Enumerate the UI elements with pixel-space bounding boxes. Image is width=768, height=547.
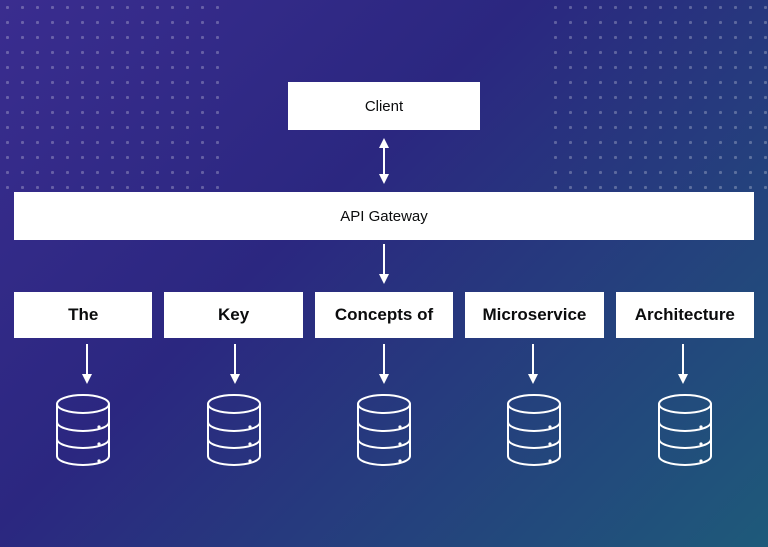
arrow-down-icon: [80, 344, 94, 384]
database-slot: [616, 394, 754, 466]
service-box-2: Key: [164, 292, 302, 338]
service-box-1: The: [14, 292, 152, 338]
service-label: Concepts of: [335, 305, 433, 325]
database-slot: [465, 394, 603, 466]
client-label: Client: [365, 98, 403, 115]
database-slot: [315, 394, 453, 466]
database-icon: [655, 394, 715, 466]
service-box-4: Microservice: [465, 292, 603, 338]
arrow-down-icon: [377, 344, 391, 384]
database-row: [14, 394, 754, 466]
database-slot: [14, 394, 152, 466]
decorative-dots-right: [548, 0, 768, 200]
service-label: Microservice: [482, 305, 586, 325]
database-icon: [354, 394, 414, 466]
database-icon: [53, 394, 113, 466]
service-row: The Key Concepts of Microservice Archite…: [14, 292, 754, 338]
decorative-dots-left: [0, 0, 220, 200]
api-gateway-label: API Gateway: [340, 208, 428, 225]
database-icon: [504, 394, 564, 466]
database-slot: [164, 394, 302, 466]
api-gateway-box: API Gateway: [14, 192, 754, 240]
double-arrow-icon: [377, 138, 391, 184]
service-label: Architecture: [635, 305, 735, 325]
service-box-3: Concepts of: [315, 292, 453, 338]
service-label: The: [68, 305, 98, 325]
arrow-down-icon: [377, 244, 391, 284]
service-label: Key: [218, 305, 249, 325]
arrow-down-icon: [526, 344, 540, 384]
arrow-down-icon: [676, 344, 690, 384]
arrow-down-icon: [228, 344, 242, 384]
service-box-5: Architecture: [616, 292, 754, 338]
database-icon: [204, 394, 264, 466]
client-box: Client: [288, 82, 480, 130]
